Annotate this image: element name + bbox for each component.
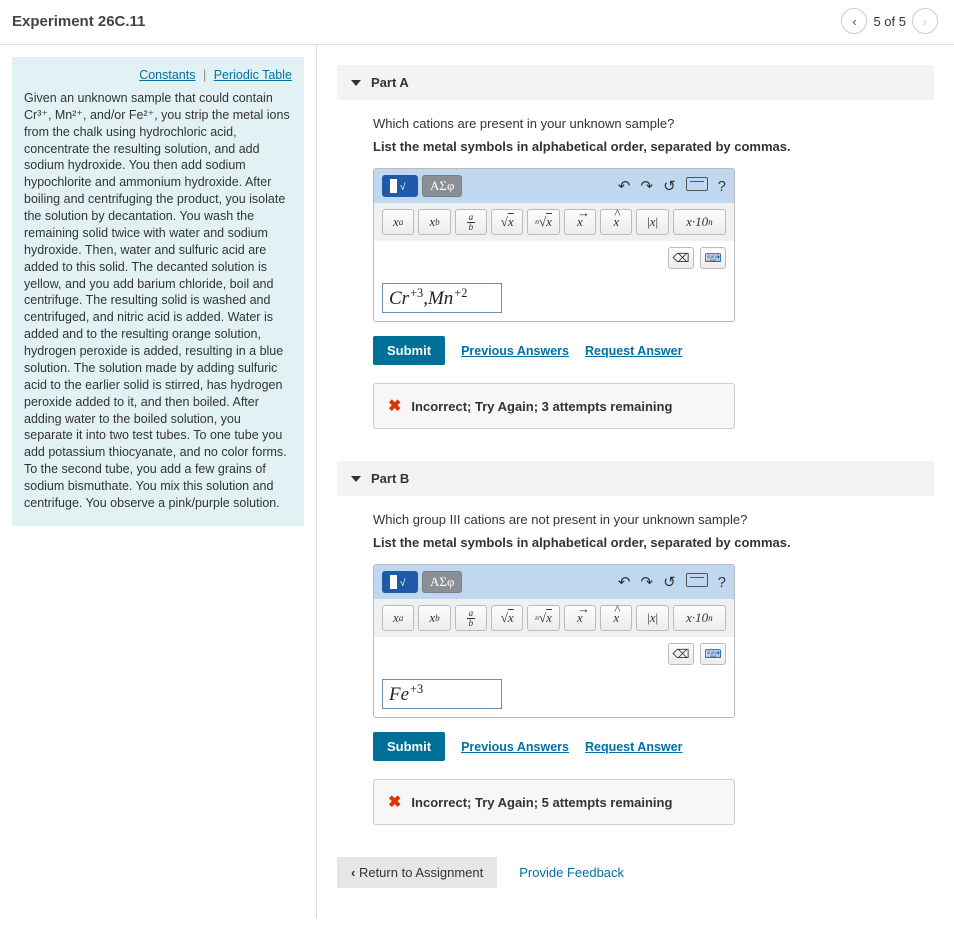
feedback-text: Incorrect; Try Again; 5 attempts remaini…: [411, 795, 672, 810]
undo-icon[interactable]: ↶: [618, 573, 631, 591]
templates-button[interactable]: √: [382, 175, 418, 197]
page-header: Experiment 26C.11 ‹ 5 of 5 ›: [0, 0, 954, 45]
equation-editor: √ ΑΣφ ↶ ↷ ↺ ? xa xb ab: [373, 564, 735, 718]
fraction-button[interactable]: ab: [455, 605, 487, 631]
pager-text: 5 of 5: [873, 14, 906, 29]
link-separator: |: [203, 68, 206, 82]
redo-icon[interactable]: ↷: [641, 177, 654, 195]
submit-button[interactable]: Submit: [373, 336, 445, 365]
part: Part A Which cations are present in your…: [337, 65, 934, 429]
part-header[interactable]: Part B: [337, 461, 934, 496]
backspace-button[interactable]: ⌫: [668, 643, 694, 665]
equation-editor: √ ΑΣφ ↶ ↷ ↺ ? xa xb ab: [373, 168, 735, 322]
page-title: Experiment 26C.11: [12, 13, 145, 30]
pager: ‹ 5 of 5 ›: [841, 8, 938, 34]
previous-answers-link[interactable]: Previous Answers: [461, 344, 569, 358]
instruction-text: List the metal symbols in alphabetical o…: [373, 535, 914, 550]
question-text: Which cations are present in your unknow…: [373, 116, 914, 131]
sqrt-button[interactable]: √x: [491, 209, 523, 235]
sqrt-button[interactable]: √x: [491, 605, 523, 631]
keyboard-toggle-button[interactable]: ⌨: [700, 643, 726, 665]
feedback-text: Incorrect; Try Again; 3 attempts remaini…: [411, 399, 672, 414]
pager-prev-button[interactable]: ‹: [841, 8, 867, 34]
keyboard-icon[interactable]: [686, 177, 708, 195]
keyboard-icon[interactable]: [686, 573, 708, 591]
constants-link[interactable]: Constants: [139, 68, 195, 82]
help-icon[interactable]: ?: [718, 574, 726, 591]
greek-button[interactable]: ΑΣφ: [422, 175, 462, 197]
greek-button[interactable]: ΑΣφ: [422, 571, 462, 593]
instruction-text: List the metal symbols in alphabetical o…: [373, 139, 914, 154]
provide-feedback-link[interactable]: Provide Feedback: [519, 865, 624, 880]
reset-icon[interactable]: ↺: [663, 573, 676, 591]
reset-icon[interactable]: ↺: [663, 177, 676, 195]
incorrect-icon: ✖: [388, 396, 401, 416]
vector-button[interactable]: x→: [564, 605, 596, 631]
parts-container: Part A Which cations are present in your…: [316, 45, 954, 918]
question-text: Which group III cations are not present …: [373, 512, 914, 527]
templates-button[interactable]: √: [382, 571, 418, 593]
superscript-button[interactable]: xa: [382, 209, 414, 235]
feedback-box: ✖ Incorrect; Try Again; 5 attempts remai…: [373, 779, 735, 825]
undo-icon[interactable]: ↶: [618, 177, 631, 195]
info-panel: Constants | Periodic Table Given an unkn…: [12, 57, 304, 526]
return-button[interactable]: Return to Assignment: [337, 857, 497, 888]
part-label: Part A: [371, 75, 409, 90]
request-answer-link[interactable]: Request Answer: [585, 740, 682, 754]
superscript-button[interactable]: xa: [382, 605, 414, 631]
part: Part B Which group III cations are not p…: [337, 461, 934, 825]
feedback-box: ✖ Incorrect; Try Again; 3 attempts remai…: [373, 383, 735, 429]
redo-icon[interactable]: ↷: [641, 573, 654, 591]
scientific-button[interactable]: x·10n: [673, 209, 726, 235]
answer-input[interactable]: Cr+3,Mn+2: [382, 283, 502, 313]
part-label: Part B: [371, 471, 409, 486]
pager-next-button: ›: [912, 8, 938, 34]
previous-answers-link[interactable]: Previous Answers: [461, 740, 569, 754]
keyboard-toggle-button[interactable]: ⌨: [700, 247, 726, 269]
answer-input[interactable]: Fe+3: [382, 679, 502, 709]
part-header[interactable]: Part A: [337, 65, 934, 100]
periodic-table-link[interactable]: Periodic Table: [214, 68, 292, 82]
abs-button[interactable]: |x|: [636, 209, 668, 235]
fraction-button[interactable]: ab: [455, 209, 487, 235]
help-icon[interactable]: ?: [718, 178, 726, 195]
request-answer-link[interactable]: Request Answer: [585, 344, 682, 358]
caret-down-icon: [351, 80, 361, 86]
svg-text:√: √: [400, 181, 406, 193]
footer: Return to Assignment Provide Feedback: [337, 857, 934, 888]
hat-button[interactable]: x^: [600, 605, 632, 631]
incorrect-icon: ✖: [388, 792, 401, 812]
svg-text:√: √: [400, 577, 406, 589]
problem-description: Given an unknown sample that could conta…: [24, 90, 292, 512]
scientific-button[interactable]: x·10n: [673, 605, 726, 631]
subscript-button[interactable]: xb: [418, 605, 450, 631]
caret-down-icon: [351, 476, 361, 482]
backspace-button[interactable]: ⌫: [668, 247, 694, 269]
nthroot-button[interactable]: n√x: [527, 209, 559, 235]
abs-button[interactable]: |x|: [636, 605, 668, 631]
subscript-button[interactable]: xb: [418, 209, 450, 235]
submit-button[interactable]: Submit: [373, 732, 445, 761]
nthroot-button[interactable]: n√x: [527, 605, 559, 631]
hat-button[interactable]: x^: [600, 209, 632, 235]
vector-button[interactable]: x→: [564, 209, 596, 235]
